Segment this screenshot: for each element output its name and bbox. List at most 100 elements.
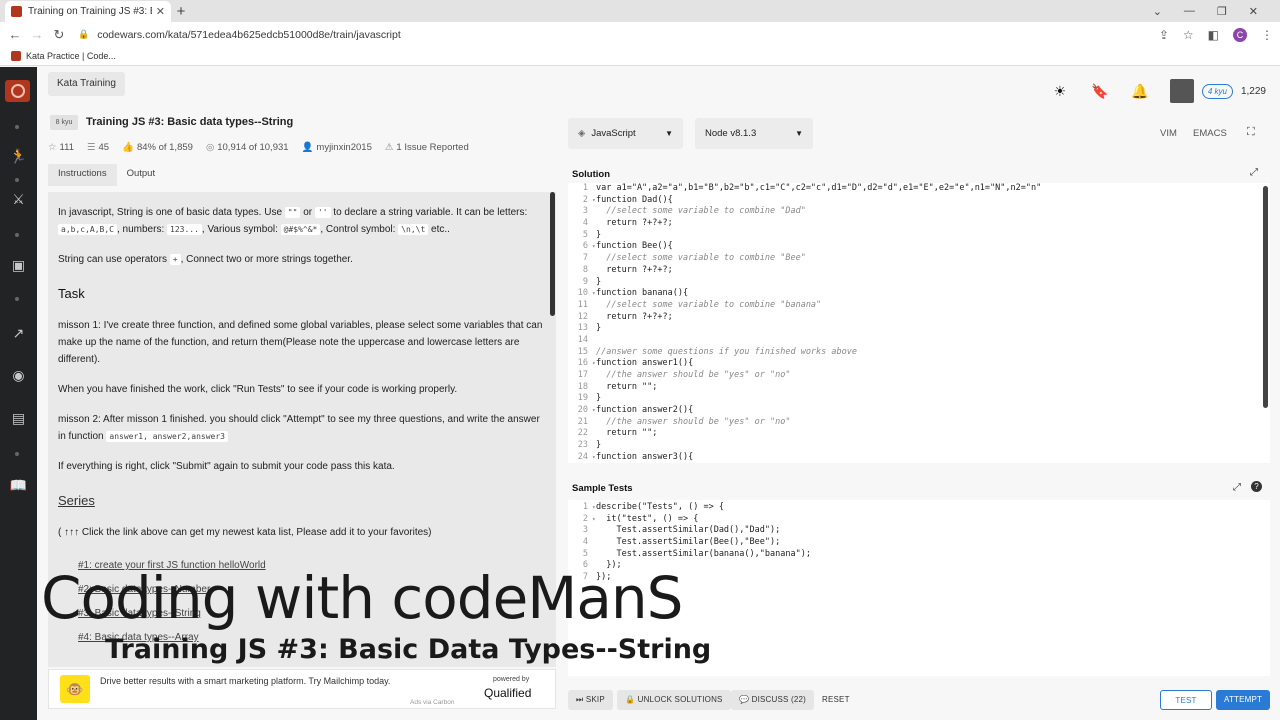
code-line[interactable]: 19}: [568, 393, 1270, 405]
task-heading: Task: [58, 286, 85, 301]
code-line[interactable]: 9}: [568, 277, 1270, 289]
line-number: 4: [582, 537, 588, 548]
sidepanel-icon[interactable]: ◧: [1208, 28, 1219, 42]
code-line[interactable]: 24 ▾ function answer3(){: [568, 452, 1270, 463]
code-line[interactable]: 4 return ?+?+?;: [568, 218, 1270, 230]
code-line[interactable]: 7 //select some variable to combine "Bee…: [568, 253, 1270, 265]
minimize-icon[interactable]: —: [1184, 5, 1195, 17]
code-line[interactable]: 16 ▾ function answer1(){: [568, 358, 1270, 370]
solution-scrollbar[interactable]: [1263, 186, 1268, 408]
code-line[interactable]: 3 Test.assertSimilar(Dad(),"Dad");: [568, 525, 1270, 537]
sidebar-jobs-icon[interactable]: ▣: [0, 257, 37, 274]
ad-text[interactable]: Drive better results with a smart market…: [100, 676, 390, 686]
attempt-button[interactable]: ATTEMPT: [1216, 690, 1270, 710]
solution-editor[interactable]: 1 var a1="A",a2="a",b1="B",b2="b",c1="C",…: [568, 183, 1270, 463]
sidebar-leaderboard-icon[interactable]: ↗: [0, 325, 37, 342]
reset-button[interactable]: RESET: [814, 690, 858, 710]
fold-arrow-icon[interactable]: [592, 335, 596, 347]
code-line[interactable]: 21 //the answer should be "yes" or "no": [568, 417, 1270, 429]
series-heading[interactable]: Series: [58, 493, 546, 508]
user-avatar[interactable]: [1169, 79, 1194, 103]
skip-button[interactable]: ⏭ SKIP: [568, 690, 613, 710]
code-line[interactable]: 2 ▾ it("test", () => {: [568, 514, 1270, 526]
codewars-logo-icon[interactable]: [5, 80, 30, 102]
profile-avatar-icon[interactable]: C: [1233, 27, 1247, 42]
sidebar-discord-icon[interactable]: ◉: [0, 367, 37, 384]
carbon-ad[interactable]: [48, 669, 556, 709]
bookmark-star-icon[interactable]: ☆: [1183, 28, 1194, 42]
browser-tab-title: Training on Training JS #3: Basic: [28, 6, 152, 17]
language-select[interactable]: ◈ JavaScript ▼: [568, 118, 683, 149]
expand-solution-icon[interactable]: ⤢: [1250, 167, 1258, 178]
code-line[interactable]: 2 ▾ function Dad(){: [568, 195, 1270, 207]
code-line[interactable]: 5}: [568, 230, 1270, 242]
sidebar-chat-icon[interactable]: ▤: [0, 410, 37, 427]
code-line[interactable]: 1 var a1="A",a2="a",b1="B",b2="b",c1="C",…: [568, 183, 1270, 195]
runtime-select[interactable]: Node v8.1.3 ▼: [695, 118, 813, 149]
code-line[interactable]: 10 ▾ function banana(){: [568, 288, 1270, 300]
emacs-mode-button[interactable]: EMACS: [1193, 128, 1227, 139]
author-stat[interactable]: 👤 myjinxin2015: [302, 142, 372, 153]
restore-icon[interactable]: ❐: [1217, 5, 1227, 18]
reload-icon[interactable]: ↻: [48, 27, 70, 43]
code-line[interactable]: 15 //answer some questions if you finishe…: [568, 347, 1270, 359]
collections-count: 45: [98, 142, 110, 153]
code-line[interactable]: 23}: [568, 440, 1270, 452]
help-icon[interactable]: ?: [1251, 481, 1262, 492]
code-line[interactable]: 11 //select some variable to combine "ba…: [568, 300, 1270, 312]
tab-search-icon[interactable]: ⌄: [1153, 5, 1162, 18]
completed-stat: ◎ 10,914 of 10,931: [206, 142, 289, 153]
stars-stat[interactable]: ☆ 111: [48, 142, 74, 153]
browser-tab[interactable]: Training on Training JS #3: Basic ✕: [5, 1, 171, 22]
code-text: }: [596, 276, 602, 287]
forward-icon[interactable]: →: [26, 27, 48, 42]
expand-tests-icon[interactable]: ⤢: [1233, 482, 1241, 493]
issues-stat[interactable]: ⚠ 1 Issue Reported: [385, 142, 469, 153]
mailchimp-logo-icon[interactable]: 🐵: [60, 675, 90, 703]
code-line[interactable]: 14: [568, 335, 1270, 347]
close-tab-icon[interactable]: ✕: [156, 5, 165, 18]
share-icon[interactable]: ⇪: [1159, 28, 1169, 42]
code-line[interactable]: 13}: [568, 323, 1270, 335]
code-line[interactable]: 8 return ?+?+?;: [568, 265, 1270, 277]
notifications-bell-icon[interactable]: 🔔: [1120, 83, 1160, 100]
sidebar-practice-icon[interactable]: ⚔: [0, 191, 37, 208]
instructions-scrollbar[interactable]: [550, 192, 555, 316]
code-line[interactable]: 20 ▾ function answer2(){: [568, 405, 1270, 417]
line-number: 5: [582, 548, 588, 559]
sidebar-dot: [15, 297, 19, 301]
code-line[interactable]: 4 Test.assertSimilar(Bee(),"Bee");: [568, 537, 1270, 549]
sidebar-training-icon[interactable]: 🏃: [0, 148, 37, 165]
unlock-solutions-button[interactable]: 🔒 UNLOCK SOLUTIONS: [617, 690, 731, 710]
bookmark-item[interactable]: Kata Practice | Code...: [26, 51, 116, 61]
sidebar-docs-icon[interactable]: 📖: [0, 477, 37, 494]
tab-instructions[interactable]: Instructions: [48, 164, 117, 186]
ad-via-label[interactable]: Ads via Carbon: [410, 699, 454, 706]
code-line[interactable]: 1 ▾ describe("Tests", () => {: [568, 502, 1270, 514]
url-field[interactable]: 🔒 codewars.com/kata/571edea4b625edcb5100…: [78, 29, 1152, 41]
menu-dots-icon[interactable]: ⋮: [1261, 28, 1273, 42]
discuss-button[interactable]: 💬 DISCUSS (22): [731, 690, 815, 710]
code-line[interactable]: 6 ▾ function Bee(){: [568, 241, 1270, 253]
close-window-icon[interactable]: ✕: [1249, 5, 1258, 18]
test-button[interactable]: TEST: [1160, 690, 1212, 710]
video-overlay-title: Coding with codeManS: [41, 564, 683, 632]
fullscreen-icon[interactable]: ⛶: [1247, 126, 1255, 139]
code-text: }: [596, 229, 602, 240]
code-line[interactable]: 5 Test.assertSimilar(banana(),"banana");: [568, 549, 1270, 561]
qualified-logo[interactable]: Qualified: [484, 686, 531, 700]
code-text: function Bee(){: [596, 241, 673, 252]
kata-training-button[interactable]: Kata Training: [48, 72, 125, 96]
code-line[interactable]: 17 //the answer should be "yes" or "no": [568, 370, 1270, 382]
code-line[interactable]: 12 return ?+?+?;: [568, 312, 1270, 324]
code-line[interactable]: 3 //select some variable to combine "Dad…: [568, 206, 1270, 218]
code-line[interactable]: 18 return "";: [568, 382, 1270, 394]
vim-mode-button[interactable]: VIM: [1160, 128, 1177, 139]
bookmark-icon[interactable]: 🔖: [1080, 83, 1120, 100]
back-icon[interactable]: ←: [4, 27, 26, 42]
code-line[interactable]: 22 return "";: [568, 428, 1270, 440]
tab-output[interactable]: Output: [117, 164, 166, 186]
theme-sun-icon[interactable]: ☀: [1040, 83, 1080, 100]
kata-title: Training JS #3: Basic data types--String: [86, 116, 294, 128]
new-tab-icon[interactable]: +: [174, 3, 188, 20]
